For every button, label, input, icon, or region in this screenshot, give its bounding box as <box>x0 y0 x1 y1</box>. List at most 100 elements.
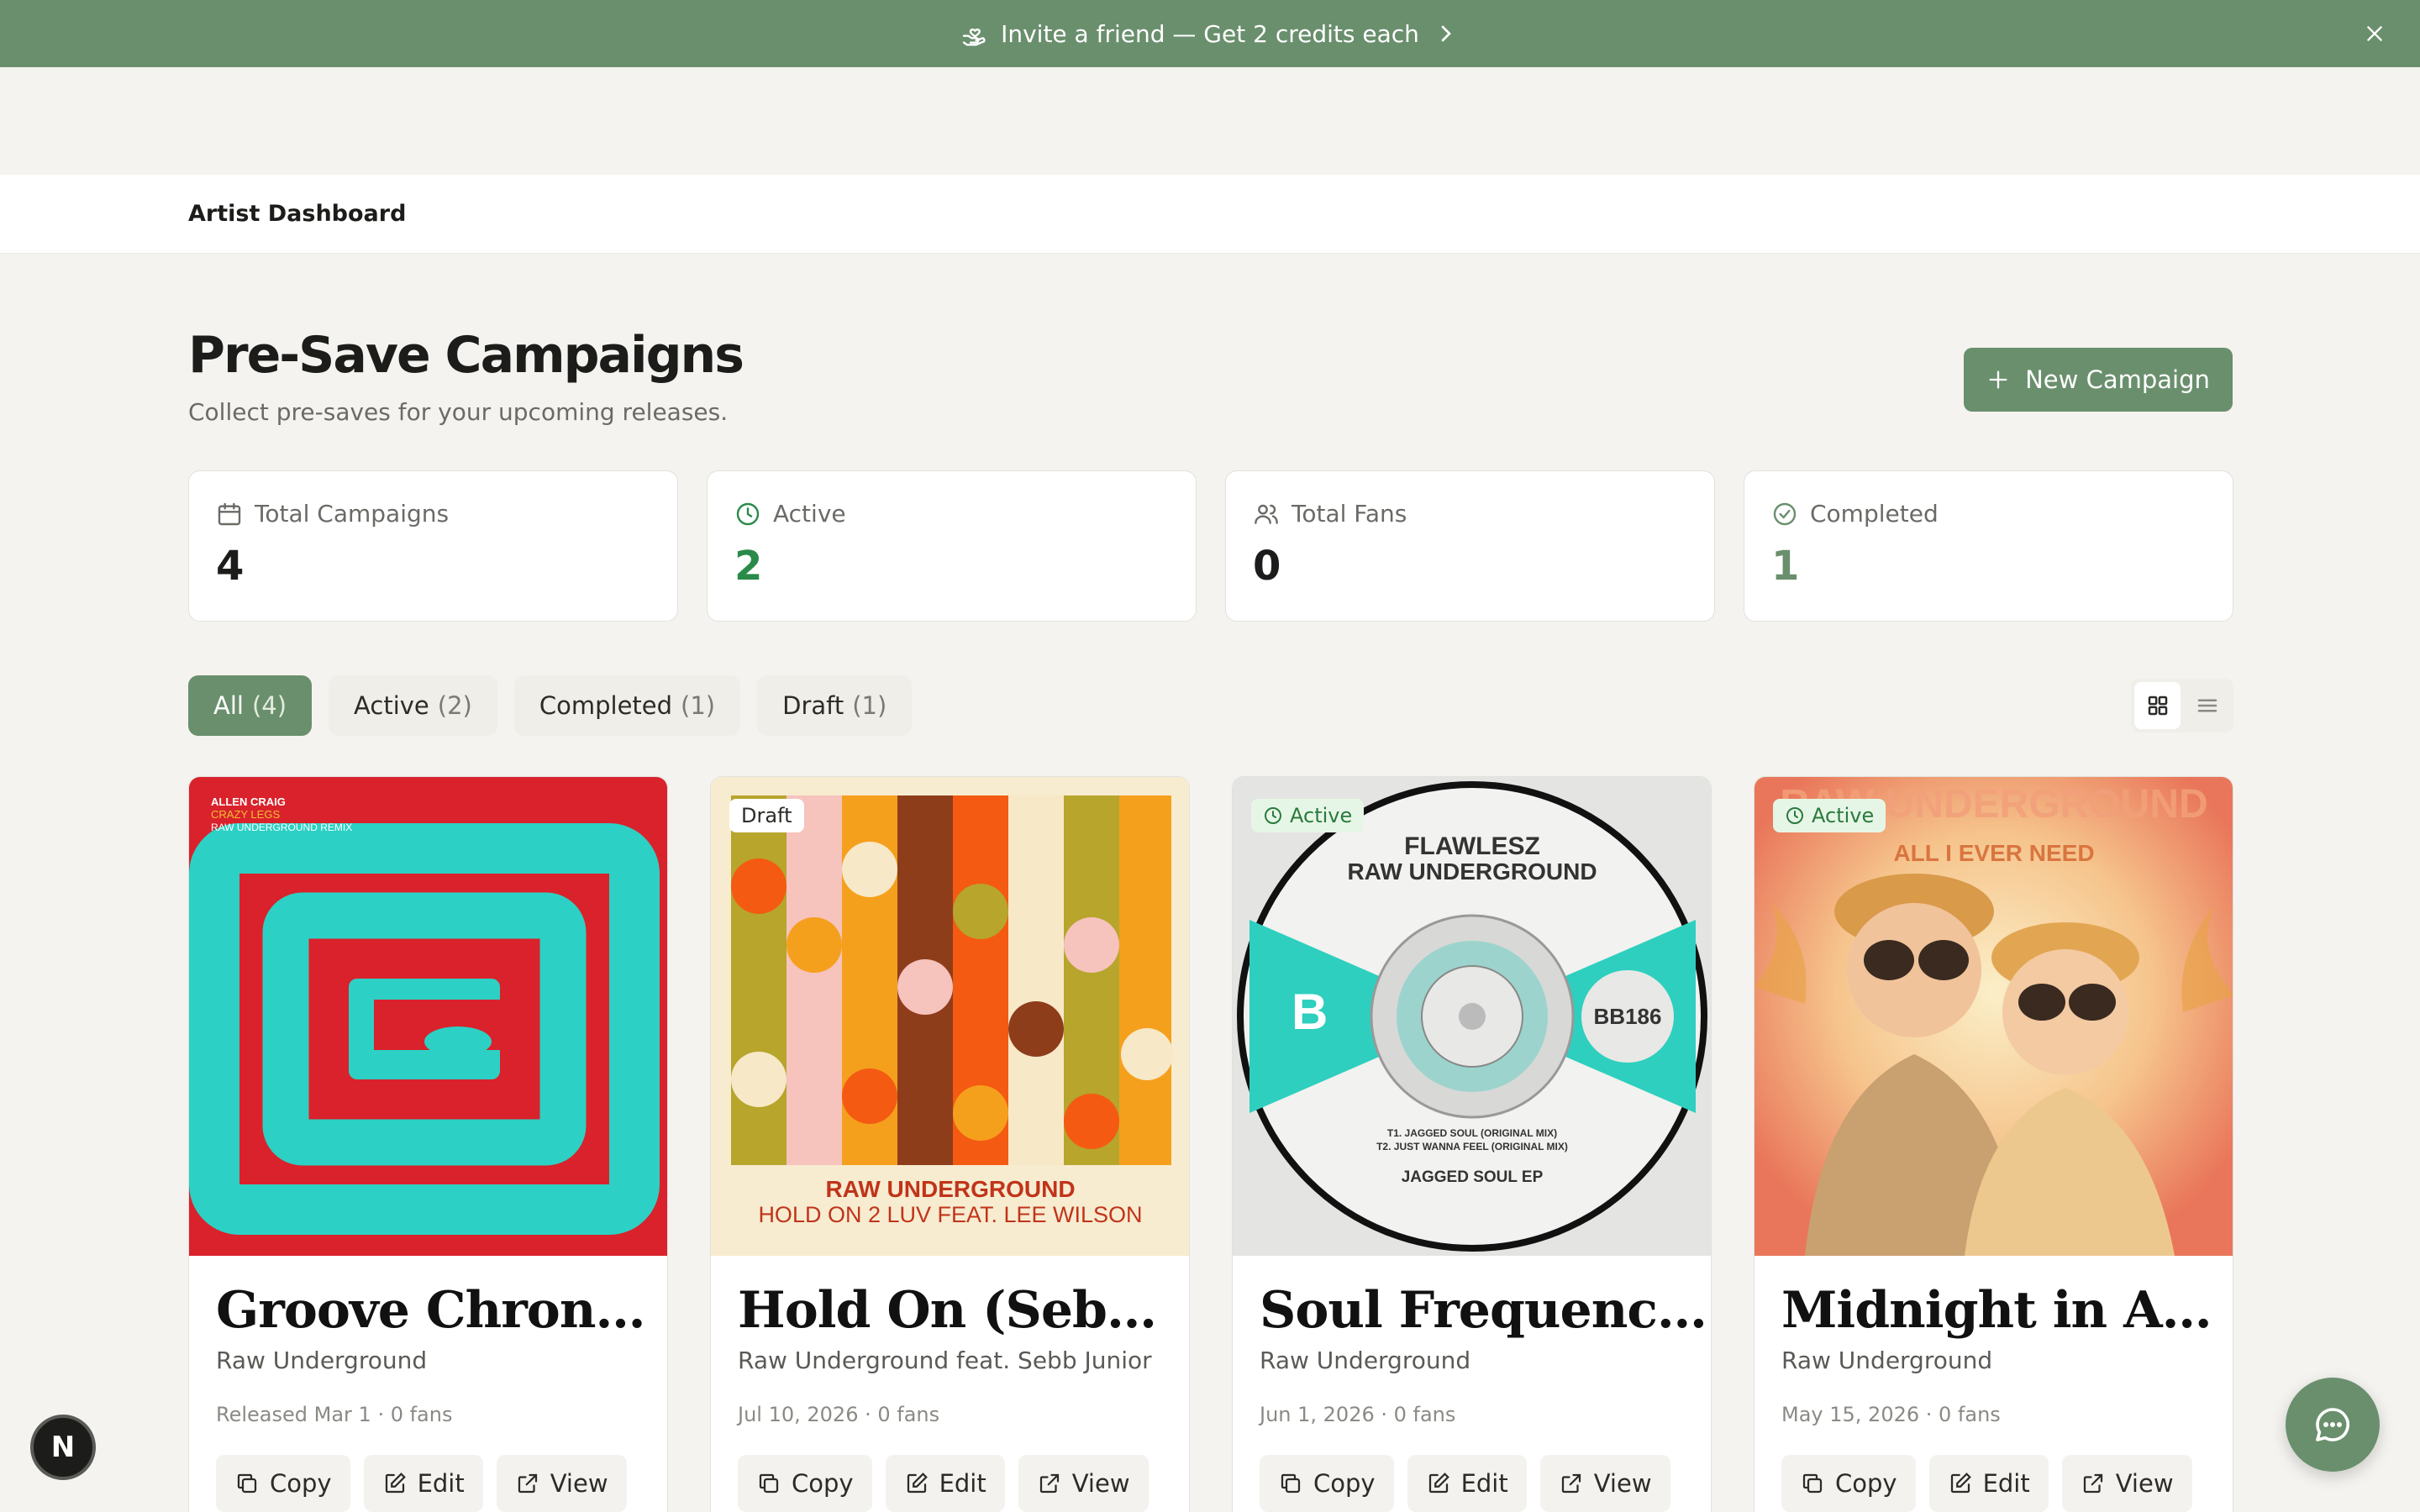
campaign-card[interactable]: RAW UNDERGROUND ALL I EVER NEED Active M… <box>1754 776 2233 1512</box>
cover-text: FLAWLESZ <box>1404 832 1540 860</box>
copy-button[interactable]: Copy <box>1781 1455 1916 1512</box>
list-view-button[interactable] <box>2184 682 2230 729</box>
stat-label: Completed <box>1810 500 1939 528</box>
copy-button[interactable]: Copy <box>738 1455 872 1512</box>
campaign-meta: Released Mar 1 · 0 fans <box>216 1403 453 1426</box>
tab-active[interactable]: Active (2) <box>329 675 497 736</box>
campaign-card[interactable]: RAW UNDERGROUND HOLD ON 2 LUV FEAT. LEE … <box>710 776 1190 1512</box>
external-link-icon <box>2083 1473 2102 1494</box>
tab-label: All <box>213 691 244 720</box>
clock-icon <box>736 502 760 525</box>
copy-button[interactable]: Copy <box>1260 1455 1394 1512</box>
plus-icon <box>1989 370 2007 389</box>
cover-art-spiral: ALLEN CRAIG CRAZY LEGS RAW UNDERGROUND R… <box>189 777 667 1256</box>
cover-art: RAW UNDERGROUND HOLD ON 2 LUV FEAT. LEE … <box>711 777 1189 1256</box>
grid-icon <box>2148 696 2167 716</box>
edit-icon <box>1428 1473 1449 1494</box>
clock-icon <box>1265 807 1281 824</box>
campaign-card[interactable]: ALLEN CRAIG CRAZY LEGS RAW UNDERGROUND R… <box>188 776 668 1512</box>
status-badge: Active <box>1773 799 1886 832</box>
stat-label: Total Fans <box>1292 500 1407 528</box>
cover-text: ALL I EVER NEED <box>1893 840 2094 866</box>
stat-card-total-campaigns: Total Campaigns 4 <box>188 470 678 622</box>
invite-link[interactable]: Invite a friend — Get 2 credits each <box>960 20 1460 48</box>
tab-count: (2) <box>437 691 472 720</box>
edit-button[interactable]: Edit <box>1928 1455 2049 1512</box>
cover-text: JAGGED SOUL EP <box>1402 1168 1544 1186</box>
nav-title[interactable]: Artist Dashboard <box>188 201 406 227</box>
cover-text: RAW UNDERGROUND <box>1347 858 1597 885</box>
users-icon <box>1255 504 1278 524</box>
tab-draft[interactable]: Draft (1) <box>757 675 913 736</box>
campaign-artist: Raw Underground feat. Sebb Junior <box>738 1347 1152 1374</box>
cover-text: CRAZY LEGS <box>211 808 280 821</box>
new-campaign-label: New Campaign <box>2025 365 2210 394</box>
cover-text: RAW UNDERGROUND REMIX <box>211 822 352 833</box>
new-campaign-button[interactable]: New Campaign <box>1964 348 2233 412</box>
view-button[interactable]: View <box>496 1455 627 1512</box>
tab-label: Completed <box>539 691 673 720</box>
view-button[interactable]: View <box>1018 1455 1149 1512</box>
edit-button[interactable]: Edit <box>885 1455 1005 1512</box>
campaign-title: Hold On (Seb… <box>738 1281 1157 1340</box>
badge-label: Draft <box>741 804 792 827</box>
tab-completed[interactable]: Completed (1) <box>513 675 741 736</box>
tab-all[interactable]: All (4) <box>188 675 313 736</box>
stat-card-total-fans: Total Fans 0 <box>1225 470 1715 622</box>
cover-art-illustration: RAW UNDERGROUND ALL I EVER NEED <box>1754 777 2233 1256</box>
invite-banner: Invite a friend — Get 2 credits each <box>0 0 2420 67</box>
calendar-icon <box>218 502 241 525</box>
view-button[interactable]: View <box>1539 1455 1670 1512</box>
edit-icon <box>1950 1473 1971 1494</box>
clock-icon <box>1786 807 1803 824</box>
stat-card-active: Active 2 <box>707 470 1197 622</box>
cover-text: HOLD ON 2 LUV FEAT. LEE WILSON <box>758 1202 1142 1227</box>
view-label: View <box>1593 1469 1652 1498</box>
tab-count: (1) <box>681 691 716 720</box>
campaign-meta: Jul 10, 2026 · 0 fans <box>738 1403 940 1426</box>
stat-value: 1 <box>1771 543 1800 590</box>
cover-art-vinyl: B FLAWLESZ RAW UNDERGROUND BB186 T1. JAG… <box>1233 777 1711 1256</box>
list-icon <box>2197 699 2217 712</box>
tab-label: Active <box>354 691 429 720</box>
campaign-artist: Raw Underground <box>1781 1347 1993 1374</box>
campaign-title: Groove Chron… <box>216 1281 645 1340</box>
cover-art: B FLAWLESZ RAW UNDERGROUND BB186 T1. JAG… <box>1233 777 1711 1256</box>
chat-button[interactable] <box>2286 1378 2380 1472</box>
filter-tabs: All (4) Active (2) Completed (1) Draft (… <box>188 675 913 736</box>
status-badge: Draft <box>729 799 804 832</box>
copy-icon <box>1281 1473 1301 1494</box>
copy-icon <box>1802 1473 1823 1494</box>
page-title: Pre-Save Campaigns <box>188 326 744 385</box>
copy-button[interactable]: Copy <box>216 1455 350 1512</box>
copy-label: Copy <box>792 1469 854 1498</box>
cover-text: T1. JAGGED SOUL (ORIGINAL MIX) <box>1387 1127 1557 1139</box>
edit-button[interactable]: Edit <box>363 1455 483 1512</box>
check-circle-icon <box>1773 502 1797 525</box>
view-label: View <box>550 1469 608 1498</box>
edit-button[interactable]: Edit <box>1407 1455 1527 1512</box>
copy-label: Copy <box>1835 1469 1897 1498</box>
view-button[interactable]: View <box>2061 1455 2192 1512</box>
edit-label: Edit <box>939 1469 986 1498</box>
banner-close-button[interactable] <box>2360 18 2390 49</box>
cover-text: T2. JUST WANNA FEEL (ORIGINAL MIX) <box>1376 1141 1568 1152</box>
invite-text: Invite a friend — Get 2 credits each <box>1001 19 1419 48</box>
chat-icon <box>2316 1408 2349 1441</box>
cover-art: RAW UNDERGROUND ALL I EVER NEED Active <box>1754 777 2233 1256</box>
view-toggle <box>2131 679 2233 732</box>
next-dev-badge[interactable]: N <box>30 1415 96 1480</box>
tab-count: (4) <box>251 691 287 720</box>
external-link-icon <box>518 1473 537 1494</box>
campaign-card[interactable]: B FLAWLESZ RAW UNDERGROUND BB186 T1. JAG… <box>1232 776 1712 1512</box>
campaign-artist: Raw Underground <box>1260 1347 1471 1374</box>
cover-text: BB186 <box>1594 1004 1662 1029</box>
status-badge: Active <box>1251 799 1365 832</box>
grid-view-button[interactable] <box>2134 682 2181 729</box>
cover-art-pattern: RAW UNDERGROUND HOLD ON 2 LUV FEAT. LEE … <box>711 777 1189 1256</box>
view-label: View <box>2115 1469 2174 1498</box>
edit-label: Edit <box>1460 1469 1508 1498</box>
chevron-right-icon <box>1441 25 1451 42</box>
edit-icon <box>385 1473 406 1494</box>
view-label: View <box>1071 1469 1130 1498</box>
